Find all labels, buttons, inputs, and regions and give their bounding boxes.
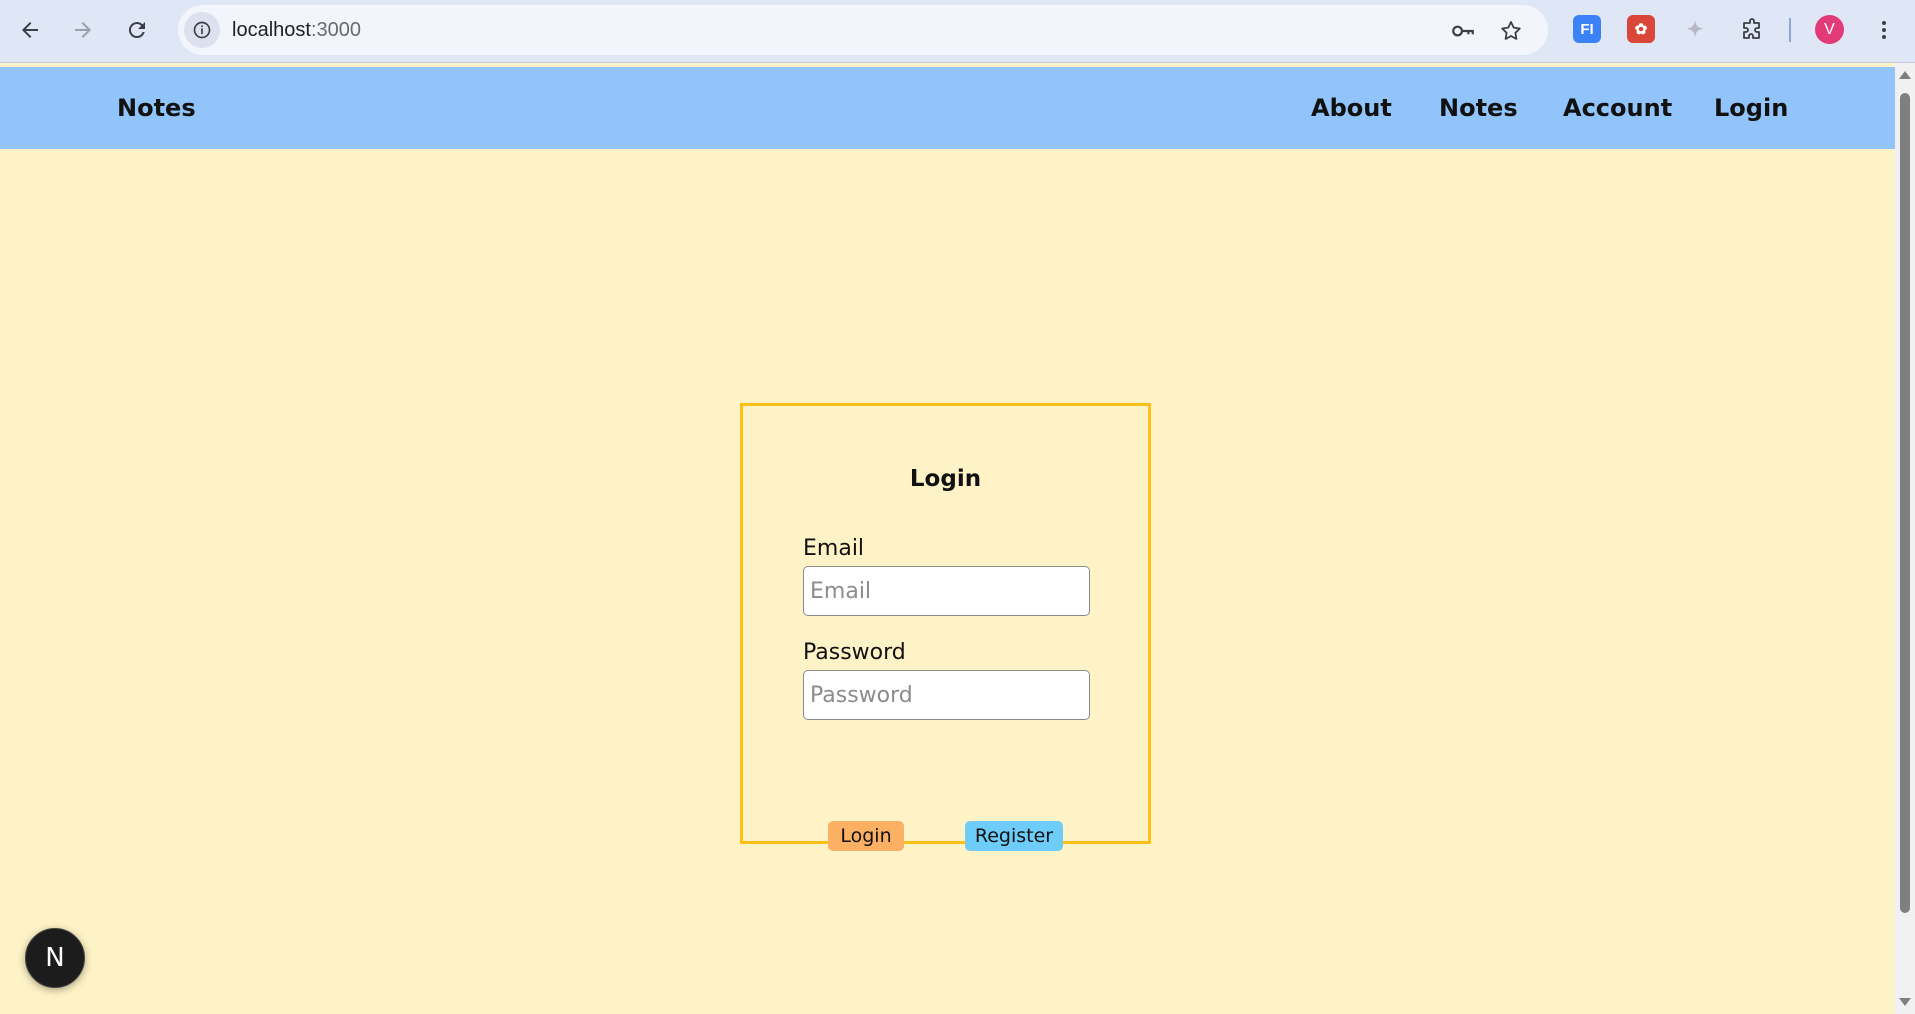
reload-button[interactable] [120,13,154,47]
password-input[interactable] [803,670,1090,720]
extension-fi-icon[interactable]: FI [1573,15,1601,43]
register-button[interactable]: Register [965,821,1063,851]
extension-red-icon[interactable]: ✿ [1627,15,1655,43]
scroll-thumb[interactable] [1900,93,1910,913]
nextjs-dev-badge[interactable]: N [25,928,85,988]
scroll-down-arrow-icon[interactable] [1899,998,1911,1006]
back-button[interactable] [13,13,47,47]
profile-avatar[interactable]: V [1815,15,1844,44]
address-bar[interactable]: localhost:3000 [178,5,1548,55]
email-input[interactable] [803,566,1090,616]
toolbar-divider [1789,18,1791,42]
password-key-icon[interactable] [1450,18,1476,44]
password-label: Password [803,640,906,665]
app-navbar: Notes About Notes Account Login [0,67,1895,149]
kebab-menu-icon [1882,21,1886,39]
arrow-right-icon [75,22,91,38]
forward-button[interactable] [66,13,100,47]
puzzle-icon [1743,18,1760,39]
login-title: Login [909,466,982,492]
reload-icon [128,22,145,39]
browser-toolbar: localhost:3000 FI ✿ ✦ V [0,0,1915,63]
page-viewport: Notes About Notes Account Login Login Em… [0,63,1895,1014]
site-info-icon[interactable] [184,12,220,48]
url-host: localhost [232,19,311,41]
nav-link-login[interactable]: Login [1714,67,1788,149]
extension-gray-icon[interactable]: ✦ [1681,15,1709,43]
page-scrollbar[interactable] [1895,63,1915,1014]
brand-logo[interactable]: Notes [117,67,196,149]
nav-link-notes[interactable]: Notes [1439,67,1518,149]
url-port: :3000 [310,19,361,41]
bookmark-star-icon[interactable] [1498,18,1524,44]
url-text[interactable]: localhost:3000 [232,5,361,55]
scroll-up-arrow-icon[interactable] [1899,71,1911,79]
browser-menu-button[interactable] [1867,13,1901,47]
login-card: Login Email Password Login Register [740,403,1151,851]
email-label: Email [803,536,865,561]
login-button[interactable]: Login [828,821,904,851]
nav-link-account[interactable]: Account [1563,67,1672,149]
arrow-left-icon [22,22,38,38]
nav-link-about[interactable]: About [1311,67,1392,149]
extensions-puzzle-button[interactable] [1735,13,1769,47]
